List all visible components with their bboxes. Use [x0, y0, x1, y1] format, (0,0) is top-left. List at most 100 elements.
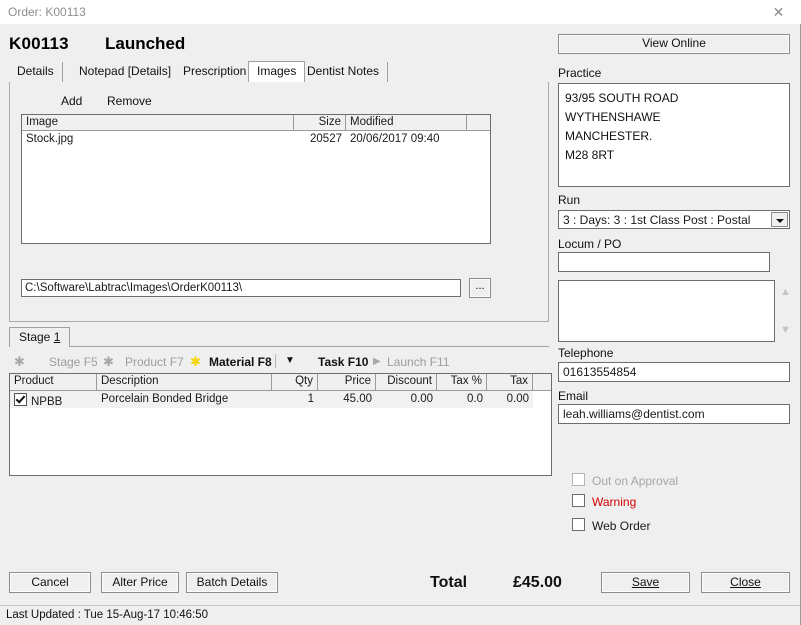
product-f7-button[interactable]: Product F7	[125, 355, 184, 369]
images-col-image[interactable]: Image	[22, 115, 294, 130]
tab-prescription[interactable]: Prescription	[175, 62, 256, 82]
images-col-size[interactable]: Size	[294, 115, 346, 130]
images-col-modified[interactable]: Modified	[346, 115, 467, 130]
practice-address-line: WYTHENSHAWE	[565, 110, 661, 124]
email-input[interactable]: leah.williams@dentist.com	[558, 404, 790, 424]
web-order-label: Web Order	[592, 519, 651, 533]
browse-folder-button[interactable]: ...	[469, 278, 491, 298]
order-window: Order: K00113 ✕ K00113 Launched Details …	[0, 0, 801, 625]
grid-col-description[interactable]: Description	[97, 374, 272, 390]
tab-details[interactable]: Details	[9, 62, 63, 82]
launch-f11-button[interactable]: Launch F11	[387, 355, 450, 369]
tab-notepad-details[interactable]: Notepad [Details]	[71, 62, 181, 82]
chevron-down-icon[interactable]: ▼	[285, 355, 295, 366]
images-list-header: Image Size Modified	[22, 115, 490, 131]
grid-qty-cell: 1	[307, 393, 314, 405]
stage-tab-number: 1	[53, 330, 61, 344]
images-col-extra[interactable]	[467, 115, 490, 130]
chevron-down-icon[interactable]	[771, 212, 788, 227]
grid-col-tax-pct[interactable]: Tax %	[437, 374, 487, 390]
product-row-checkbox[interactable]	[14, 393, 27, 406]
close-window-button[interactable]: ✕	[756, 0, 801, 24]
grid-extra-cell	[533, 391, 551, 408]
task-f10-button[interactable]: Task F10	[318, 355, 368, 369]
tab-notepad-details-label: Notepad [Details]	[79, 64, 172, 78]
grid-col-qty[interactable]: Qty	[272, 374, 318, 390]
total-label: Total	[430, 574, 468, 591]
cancel-button[interactable]: Cancel	[9, 572, 91, 593]
tab-dentist-notes[interactable]: Dentist Notes	[299, 62, 389, 82]
chevron-down-icon[interactable]: ▼	[780, 324, 791, 336]
add-image-button[interactable]: Add	[61, 94, 82, 108]
remove-image-button[interactable]: Remove	[107, 94, 152, 108]
save-button[interactable]: Save	[601, 572, 690, 593]
total-value: £45.00	[513, 574, 562, 591]
batch-details-button[interactable]: Batch Details	[186, 572, 278, 593]
grid-col-discount[interactable]: Discount	[376, 374, 437, 390]
practice-address-box[interactable]: 93/95 SOUTH ROAD WYTHENSHAWE MANCHESTER.…	[558, 83, 790, 187]
alter-price-button[interactable]: Alter Price	[101, 572, 179, 593]
grid-col-tax[interactable]: Tax	[487, 374, 533, 390]
close-button-label: Close	[730, 575, 761, 589]
image-extra-cell	[467, 131, 490, 148]
launch-play-icon: ▶	[373, 356, 381, 367]
telephone-label: Telephone	[558, 346, 614, 360]
tab-strip: Details Notepad [Details] Prescription I…	[9, 61, 549, 82]
tab-prescription-label: Prescription	[183, 64, 247, 78]
order-number-heading: K00113	[9, 34, 69, 53]
grid-col-price[interactable]: Price	[318, 374, 376, 390]
images-list[interactable]: Image Size Modified Stock.jpg 20527 20/0…	[21, 114, 491, 244]
out-on-approval-checkbox[interactable]: Out on Approval	[572, 473, 678, 488]
grid-col-extra[interactable]	[533, 374, 551, 390]
window-title: Order: K00113	[8, 5, 86, 19]
last-updated-text: Last Updated : Tue 15-Aug-17 10:46:50	[6, 609, 209, 621]
material-f8-button[interactable]: Material F8	[209, 355, 272, 369]
stage-f5-button[interactable]: Stage F5	[49, 355, 98, 369]
run-selected-value: 3 : Days: 3 : 1st Class Post : Postal	[563, 213, 751, 227]
practice-address-line: 93/95 SOUTH ROAD	[565, 91, 679, 105]
tab-details-label: Details	[17, 64, 54, 78]
chevron-up-icon[interactable]: ▲	[780, 286, 791, 298]
notes-textarea[interactable]	[558, 280, 775, 342]
tab-dentist-notes-label: Dentist Notes	[307, 64, 380, 78]
title-bar: Order: K00113 ✕	[0, 0, 801, 24]
checkbox-box	[572, 494, 585, 507]
stage-f5-asterisk-icon: ✱	[14, 354, 25, 369]
table-row[interactable]: NPBB Porcelain Bonded Bridge 1 45.00 0.0…	[10, 391, 551, 408]
warning-label: Warning	[592, 495, 637, 509]
grid-tax-pct-cell: 0.0	[467, 393, 483, 405]
images-panel: Add Remove Image Size Modified Stock.jpg…	[9, 82, 549, 322]
web-order-checkbox[interactable]: Web Order	[572, 518, 650, 533]
practice-label: Practice	[558, 66, 602, 80]
order-status-heading: Launched	[105, 34, 186, 53]
stage-toolbar: ✱ Stage F5 ✱ Product F7 ✱ Material F8 ▼ …	[0, 352, 560, 372]
tab-images[interactable]: Images	[248, 61, 306, 82]
locum-po-input[interactable]	[558, 252, 770, 272]
toolbar-separator	[275, 354, 276, 368]
practice-address-line: MANCHESTER.	[565, 129, 653, 143]
close-button[interactable]: Close	[701, 572, 790, 593]
product-grid[interactable]: Product Description Qty Price Discount T…	[9, 373, 552, 476]
warning-checkbox[interactable]: Warning	[572, 494, 636, 509]
material-f8-asterisk-icon: ✱	[190, 354, 201, 369]
grid-col-product[interactable]: Product	[10, 374, 97, 390]
product-f7-asterisk-icon: ✱	[103, 354, 114, 369]
tab-images-label: Images	[257, 64, 297, 78]
images-list-row[interactable]: Stock.jpg 20527 20/06/2017 09:40	[22, 131, 490, 148]
telephone-input[interactable]: 01613554854	[558, 362, 790, 382]
tab-stage-1[interactable]: Stage 1	[9, 327, 71, 347]
run-label: Run	[558, 193, 581, 207]
view-online-button[interactable]: View Online	[558, 34, 790, 54]
image-modified-cell: 20/06/2017 09:40	[350, 133, 440, 145]
grid-discount-cell: 0.00	[410, 393, 433, 405]
image-folder-path-input[interactable]: C:\Software\Labtrac\Images\OrderK00113\	[21, 279, 461, 297]
image-name-cell: Stock.jpg	[26, 133, 74, 145]
run-select[interactable]: 3 : Days: 3 : 1st Class Post : Postal	[558, 210, 790, 229]
image-size-cell: 20527	[310, 133, 342, 145]
email-label: Email	[558, 389, 589, 403]
product-code-label: NPBB	[31, 396, 63, 408]
grid-tax-cell: 0.00	[506, 393, 529, 405]
checkbox-box	[572, 518, 585, 531]
stage-panel-top-border	[9, 346, 549, 348]
grid-product-cell: NPBB	[10, 391, 97, 408]
